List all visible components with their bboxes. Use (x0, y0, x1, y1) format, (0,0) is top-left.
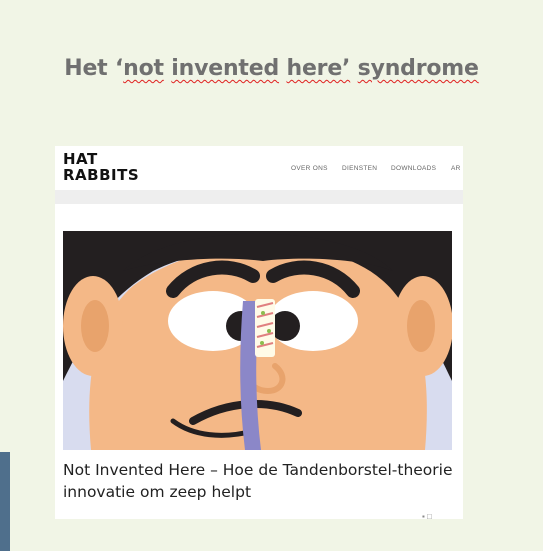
slide: Het ‘not invented here’ syndrome HAT RAB… (0, 0, 543, 551)
title-prefix: Het ‘ (64, 56, 124, 81)
logo-line-2: RABBITS (63, 166, 140, 184)
background-window-edge (0, 452, 10, 551)
header-divider-band (55, 190, 463, 204)
nav-item-over-ons[interactable]: OVER ONS (291, 165, 328, 172)
nav-item-downloads[interactable]: DOWNLOADS (391, 165, 436, 172)
title-word-syndrome: syndrome (357, 56, 479, 81)
title-word-not: not (123, 56, 164, 81)
nav-item-diensten[interactable]: DIENSTEN (342, 165, 377, 172)
nav-item-ar[interactable]: AR (451, 165, 461, 172)
title-word-invented: invented (171, 56, 280, 81)
hat-rabbits-logo: HAT RABBITS (63, 151, 139, 183)
cross-eyed-face-illustration (63, 231, 452, 450)
share-icons: ▪ □ (422, 512, 432, 519)
title-word-here: here’ (286, 56, 351, 81)
slide-title[interactable]: Het ‘not invented here’ syndrome (0, 56, 543, 81)
article-title-link[interactable]: Not Invented Here – Hoe de Tandenborstel… (63, 459, 455, 503)
hero-illustration (63, 231, 452, 450)
website-screenshot-image[interactable]: HAT RABBITS OVER ONS DIENSTEN DOWNLOADS … (55, 146, 463, 519)
logo-line-1: HAT (63, 150, 98, 168)
site-header: HAT RABBITS OVER ONS DIENSTEN DOWNLOADS … (55, 146, 463, 190)
